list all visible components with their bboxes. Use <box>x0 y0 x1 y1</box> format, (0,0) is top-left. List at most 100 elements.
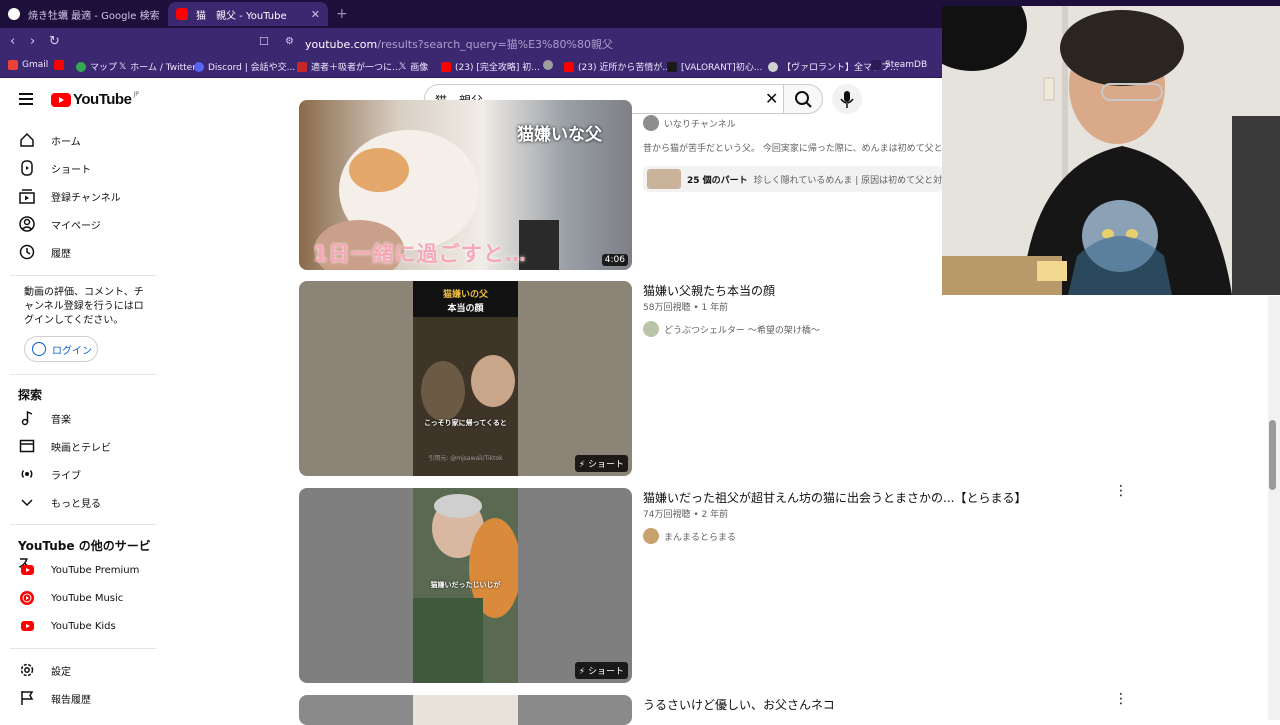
youtube-icon <box>441 61 451 72</box>
video-title[interactable]: 猫嫌い父親たち本当の顔 <box>643 282 775 299</box>
voice-search-button[interactable] <box>832 84 862 114</box>
scrollbar-track[interactable] <box>1268 296 1280 720</box>
close-tab-icon[interactable]: ✕ <box>311 8 320 21</box>
video-description: 昔から猫が苦手だという父。 今回実家に帰った際に、めんまは初めて父と対面しま <box>643 144 943 154</box>
bookmark-icon[interactable]: ☐ <box>259 34 269 50</box>
chapter-thumbnail <box>647 169 681 189</box>
scrollbar-thumb[interactable] <box>1269 420 1276 490</box>
gmail-icon <box>8 60 18 70</box>
user-circle-icon <box>32 342 46 356</box>
thumbnail-caption: こっそり家に帰ってくると <box>424 419 507 427</box>
bookmark-video-2[interactable]: (23) 近所から苦情が... <box>564 60 671 73</box>
url-host: youtube.com <box>305 38 378 51</box>
bookmark-video-1[interactable]: (23) [完全攻略] 初... <box>441 60 540 73</box>
bookmark-globe[interactable] <box>543 60 557 70</box>
clear-search-icon[interactable]: ✕ <box>765 89 778 108</box>
site-icon <box>297 61 307 72</box>
sidebar-item-movies[interactable]: 映画とテレビ <box>0 432 156 460</box>
home-icon <box>19 132 35 148</box>
forward-icon[interactable]: › <box>30 34 35 50</box>
bookmark-discord[interactable]: Discord | 会話や交... <box>194 60 295 73</box>
more-actions-icon[interactable]: ⋮ <box>1114 692 1128 706</box>
reload-icon[interactable]: ↻ <box>49 34 60 50</box>
site-info-icon[interactable]: ⚙ <box>285 34 294 50</box>
video-thumbnail[interactable]: 猫嫌いな父 1日一緒に過ごすと… 4:06 <box>299 100 632 270</box>
bookmark-youtube[interactable] <box>54 60 68 70</box>
more-actions-icon[interactable]: ⋮ <box>1114 484 1128 498</box>
thumbnail-caption: 1日一緒に過ごすと… <box>313 242 527 266</box>
sidebar-item-label: 登録チャンネル <box>51 192 121 204</box>
channel-link[interactable]: いなりチャンネル <box>643 115 736 131</box>
bookmark-valorant[interactable]: [VALORANT]初心... <box>667 60 762 73</box>
search-button[interactable] <box>783 84 823 114</box>
bookmark-images[interactable]: 𝕏 画像 <box>399 60 428 74</box>
discord-icon <box>194 61 204 72</box>
steam-icon <box>871 60 881 70</box>
sidebar-item-label: 設定 <box>51 666 71 678</box>
bookmark-label: 適者＋吸者が一つに... <box>311 63 401 73</box>
duration-badge: 4:06 <box>601 254 628 266</box>
channel-avatar <box>643 321 659 337</box>
sidebar-divider <box>10 275 156 276</box>
sidebar-item-youtube-music[interactable]: YouTube Music <box>0 584 156 612</box>
sidebar-item-shorts[interactable]: ショート <box>0 154 156 182</box>
globe-icon <box>543 60 553 70</box>
bookmark-gmail[interactable]: Gmail <box>8 60 48 70</box>
tab-google-search[interactable]: 焼き牡蠣 最適 - Google 検索 <box>0 2 168 26</box>
url-field[interactable]: youtube.com/results?search_query=猫%E3%80… <box>305 36 613 52</box>
youtube-favicon-icon <box>176 8 188 20</box>
login-message: 動画の評価、コメント、チャンネル登録を行うにはログインしてください。 <box>24 287 144 326</box>
bookmark-maps[interactable]: マップ <box>76 60 117 73</box>
youtube-play-icon <box>51 92 71 107</box>
new-tab-button[interactable]: + <box>336 6 348 22</box>
sidebar-item-youtube-kids[interactable]: YouTube Kids <box>0 612 156 640</box>
sidebar-item-home[interactable]: ホーム <box>0 126 156 154</box>
channel-link[interactable]: どうぶつシェルター ～希望の架け橋～ <box>643 321 820 337</box>
sidebar-item-youtube-premium[interactable]: YouTube Premium <box>0 556 156 584</box>
sidebar-item-label: もっと見る <box>51 498 101 510</box>
thumbnail-caption: 猫嫌いだったじいじが <box>430 581 501 589</box>
bookmark-label: (23) 近所から苦情が... <box>578 63 671 73</box>
sidebar-item-live[interactable]: ライブ <box>0 460 156 488</box>
bookmark-steamdb[interactable]: SteamDB <box>871 60 927 70</box>
explore-section-title: 探索 <box>18 388 43 402</box>
sidebar-item-subscriptions[interactable]: 登録チャンネル <box>0 182 156 210</box>
chapters-strip[interactable]: 25 個のパート 珍しく隠れているめんま | 原因は初めて父と対面したか <box>643 166 943 192</box>
menu-icon[interactable] <box>19 93 33 105</box>
login-button[interactable]: ログイン <box>24 336 98 362</box>
thumbnail-credit: 引用元: @mjsawali/Tiktok <box>428 455 503 462</box>
video-thumbnail[interactable] <box>299 695 632 725</box>
bookmark-label: Gmail <box>22 60 49 70</box>
sidebar-item-report-history[interactable]: 報告履歴 <box>0 684 156 712</box>
sidebar-item-you[interactable]: マイページ <box>0 210 156 238</box>
thumbnail-image: 猫嫌いの父 本当の顔 こっそり家に帰ってくると 引用元: @mjsawali/T… <box>413 281 518 476</box>
sidebar-divider <box>10 374 156 375</box>
bookmark-label: ホーム / Twitter <box>130 63 196 73</box>
video-title[interactable]: うるさいけど優しい、お父さんネコ <box>643 696 835 713</box>
sidebar-item-label: ホーム <box>51 136 81 148</box>
webcam-overlay <box>942 6 1280 295</box>
sidebar-item-settings[interactable]: 設定 <box>0 656 156 684</box>
shorts-badge: ⚡ ショート <box>574 455 628 472</box>
youtube-icon <box>54 60 64 70</box>
channel-link[interactable]: まんまるとらまる <box>643 528 736 544</box>
bookmark-twitter[interactable]: 𝕏 ホーム / Twitter <box>119 60 196 74</box>
site-icon <box>667 61 677 72</box>
sidebar-item-show-more[interactable]: もっと見る <box>0 488 156 516</box>
sidebar-item-music[interactable]: 音楽 <box>0 404 156 432</box>
youtube-logo[interactable]: YouTube JP <box>51 91 139 108</box>
sidebar-item-history[interactable]: 履歴 <box>0 238 156 266</box>
sidebar-divider <box>10 524 156 525</box>
video-title[interactable]: 猫嫌いだった祖父が超甘えん坊の猫に出会うとまさかの...【とらまる】 <box>643 489 1026 506</box>
bookmark-site[interactable]: 適者＋吸者が一つに... <box>297 60 401 73</box>
video-thumbnail[interactable]: 猫嫌いの父 本当の顔 こっそり家に帰ってくると 引用元: @mjsawali/T… <box>299 281 632 476</box>
tab-youtube[interactable]: 猫 親父 - YouTube ✕ <box>168 2 328 26</box>
sidebar-item-label: 音楽 <box>51 414 71 426</box>
sidebar-item-label: 報告履歴 <box>51 694 91 706</box>
channel-name: いなりチャンネル <box>664 119 736 130</box>
x-icon: 𝕏 <box>399 61 407 72</box>
x-icon: 𝕏 <box>119 61 127 72</box>
back-icon[interactable]: ‹ <box>10 34 15 50</box>
video-thumbnail[interactable]: 猫嫌いだったじいじが ⚡ ショート <box>299 488 632 683</box>
sidebar-item-label: 履歴 <box>51 248 71 260</box>
